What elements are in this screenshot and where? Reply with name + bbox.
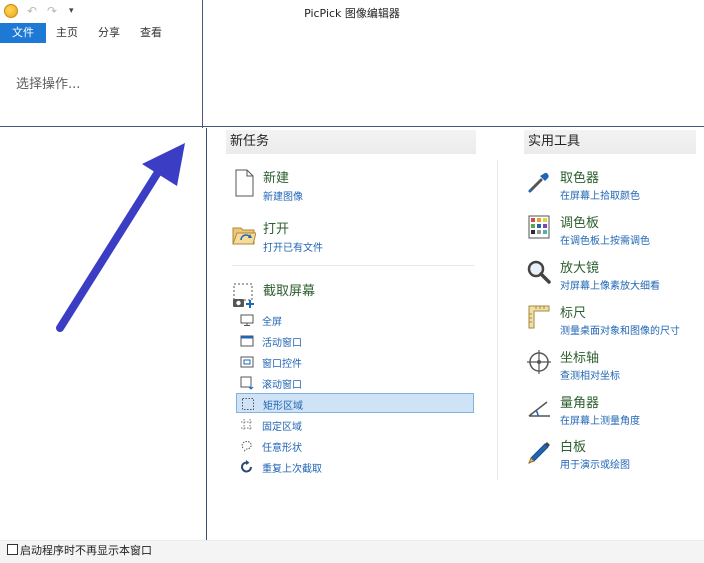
open-task-desc: 打开已有文件 <box>263 243 323 254</box>
capture-window-control[interactable]: 窗口控件 <box>236 352 474 372</box>
tool-protractor-desc: 在屏幕上测量角度 <box>560 416 640 427</box>
capture-rectangle-region-label: 矩形区域 <box>263 401 303 412</box>
ruler-icon <box>528 305 550 329</box>
new-task-header: 新任务 <box>226 130 476 154</box>
ribbon-hint-text: 选择操作... <box>16 77 81 92</box>
protractor-icon <box>528 401 550 417</box>
fixed-region-icon <box>241 419 253 431</box>
capture-scroll-window-label: 滚动窗口 <box>262 380 302 391</box>
tool-palette-desc: 在调色板上按需调色 <box>560 236 650 247</box>
column-divider <box>497 160 498 480</box>
tool-protractor-title: 量角器 <box>560 396 600 411</box>
capture-freehand-label: 任意形状 <box>262 443 302 454</box>
tool-magnifier[interactable]: 放大镜 对屏幕上像素放大细看 <box>526 257 698 295</box>
tools-header: 实用工具 <box>524 130 696 154</box>
tool-ruler-desc: 测量桌面对象和图像的尺寸 <box>560 326 680 337</box>
crosshair-vertical-line-lower <box>206 128 207 563</box>
tool-crosshair[interactable]: 坐标轴 查测相对坐标 <box>526 347 698 385</box>
crosshair-icon <box>527 350 551 374</box>
capture-repeat-last[interactable]: 重复上次截取 <box>236 457 474 477</box>
freehand-icon <box>241 441 252 453</box>
capture-fullscreen-label: 全屏 <box>262 317 282 328</box>
startup-checkbox[interactable] <box>7 544 18 555</box>
crosshair-vertical-line <box>202 0 203 128</box>
capture-fixed-region[interactable]: 固定区域 <box>236 415 474 435</box>
new-task-title: 新建 <box>263 171 290 186</box>
capture-task-title: 截取屏幕 <box>263 284 316 299</box>
tab-home[interactable]: 主页 <box>50 23 84 43</box>
tool-ruler-title: 标尺 <box>560 306 587 321</box>
open-file-task[interactable]: 打开 打开已有文件 <box>230 218 470 258</box>
whiteboard-pen-icon <box>528 442 550 464</box>
capture-rectangle-region[interactable]: 矩形区域 <box>236 393 474 413</box>
capture-repeat-last-label: 重复上次截取 <box>262 464 322 475</box>
tool-palette-title: 调色板 <box>560 216 600 231</box>
monitor-icon <box>240 314 254 326</box>
startup-checkbox-label[interactable]: 启动程序时不再显示本窗口 <box>20 542 152 558</box>
open-task-title: 打开 <box>263 222 290 237</box>
tool-crosshair-desc: 查测相对坐标 <box>560 371 620 382</box>
rectangle-region-icon <box>242 398 254 410</box>
new-file-icon <box>235 169 254 197</box>
tool-whiteboard[interactable]: 白板 用于演示或绘图 <box>526 436 698 474</box>
tool-protractor[interactable]: 量角器 在屏幕上测量角度 <box>526 392 698 430</box>
new-image-task[interactable]: 新建 新建图像 <box>230 167 470 207</box>
tab-share[interactable]: 分享 <box>92 23 126 43</box>
task-separator <box>232 265 474 266</box>
tool-color-picker-desc: 在屏幕上拾取颜色 <box>560 191 640 202</box>
open-folder-icon <box>232 227 256 245</box>
tool-color-picker-title: 取色器 <box>560 171 600 186</box>
capture-fixed-region-label: 固定区域 <box>262 422 302 433</box>
tool-magnifier-title: 放大镜 <box>560 261 600 276</box>
tab-view[interactable]: 查看 <box>134 23 168 43</box>
screen-capture-icon <box>233 283 254 308</box>
tab-file[interactable]: 文件 <box>0 23 46 43</box>
eyedropper-icon <box>528 172 549 193</box>
tool-magnifier-desc: 对屏幕上像素放大细看 <box>560 281 660 292</box>
capture-active-window[interactable]: 活动窗口 <box>236 331 474 351</box>
capture-freehand[interactable]: 任意形状 <box>236 436 474 456</box>
tool-crosshair-title: 坐标轴 <box>560 351 600 366</box>
new-task-desc: 新建图像 <box>263 192 303 203</box>
capture-scroll-window[interactable]: 滚动窗口 <box>236 373 474 393</box>
capture-fullscreen[interactable]: 全屏 <box>236 310 474 330</box>
magnifier-icon <box>527 260 551 284</box>
capture-window-control-label: 窗口控件 <box>262 359 302 370</box>
tool-ruler[interactable]: 标尺 测量桌面对象和图像的尺寸 <box>526 302 698 340</box>
tool-color-picker[interactable]: 取色器 在屏幕上拾取颜色 <box>526 167 698 205</box>
tool-palette[interactable]: 调色板 在调色板上按需调色 <box>526 212 698 250</box>
window-icon <box>240 335 254 347</box>
capture-active-window-label: 活动窗口 <box>262 338 302 349</box>
window-control-icon <box>240 356 254 368</box>
annotation-arrow <box>56 143 185 332</box>
palette-icon <box>528 215 550 239</box>
window-title: PicPick 图像编辑器 <box>304 7 400 20</box>
tool-whiteboard-desc: 用于演示或绘图 <box>560 460 630 471</box>
tool-whiteboard-title: 白板 <box>560 440 587 455</box>
repeat-icon <box>241 460 252 473</box>
scroll-window-icon <box>240 376 254 390</box>
